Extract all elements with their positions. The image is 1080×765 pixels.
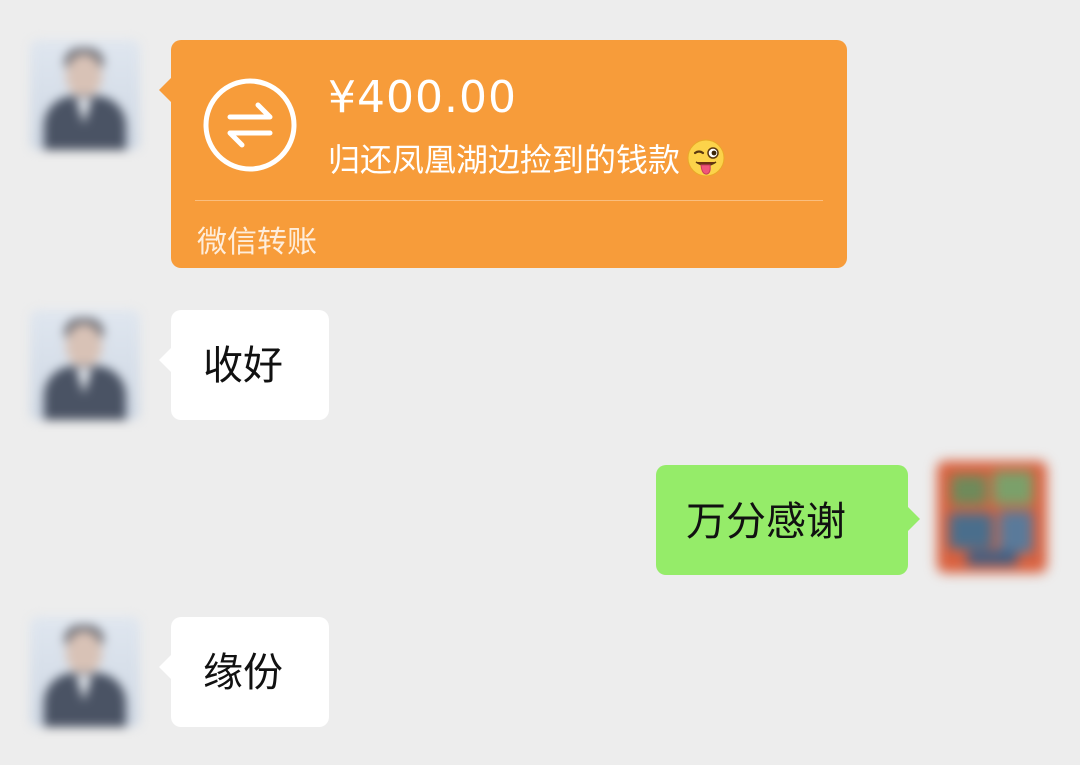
avatar-head <box>66 324 102 368</box>
avatar-tile <box>999 511 1033 553</box>
avatar-tile <box>967 551 1017 565</box>
avatar-tile <box>951 475 987 505</box>
contact-avatar[interactable] <box>30 40 140 150</box>
contact-avatar[interactable] <box>30 310 140 420</box>
avatar-head <box>66 54 102 98</box>
avatar-head <box>66 631 102 675</box>
message-text: 缘份 <box>203 650 283 696</box>
avatar-tile <box>949 513 993 549</box>
transfer-message-card[interactable]: ¥400.00 归还凤凰湖边捡到的钱款 微信转账 <box>159 40 847 268</box>
winking-face-with-tongue-icon <box>687 139 725 177</box>
incoming-message-bubble[interactable]: 缘份 <box>159 617 329 727</box>
outgoing-message-bubble[interactable]: 万分感谢 <box>656 465 920 575</box>
self-avatar[interactable] <box>937 461 1047 573</box>
avatar-tile <box>993 471 1033 505</box>
transfer-divider <box>195 200 823 201</box>
transfer-note: 归还凤凰湖边捡到的钱款 <box>328 141 681 179</box>
transfer-arrows-icon <box>203 78 297 172</box>
contact-avatar[interactable] <box>30 617 140 727</box>
transfer-amount: ¥400.00 <box>328 72 517 123</box>
transfer-type-label: 微信转账 <box>197 225 317 260</box>
incoming-message-bubble[interactable]: 收好 <box>159 310 329 420</box>
message-text: 万分感谢 <box>686 499 846 545</box>
message-text: 收好 <box>203 343 283 389</box>
transfer-note-row: 归还凤凰湖边捡到的钱款 <box>328 138 726 179</box>
